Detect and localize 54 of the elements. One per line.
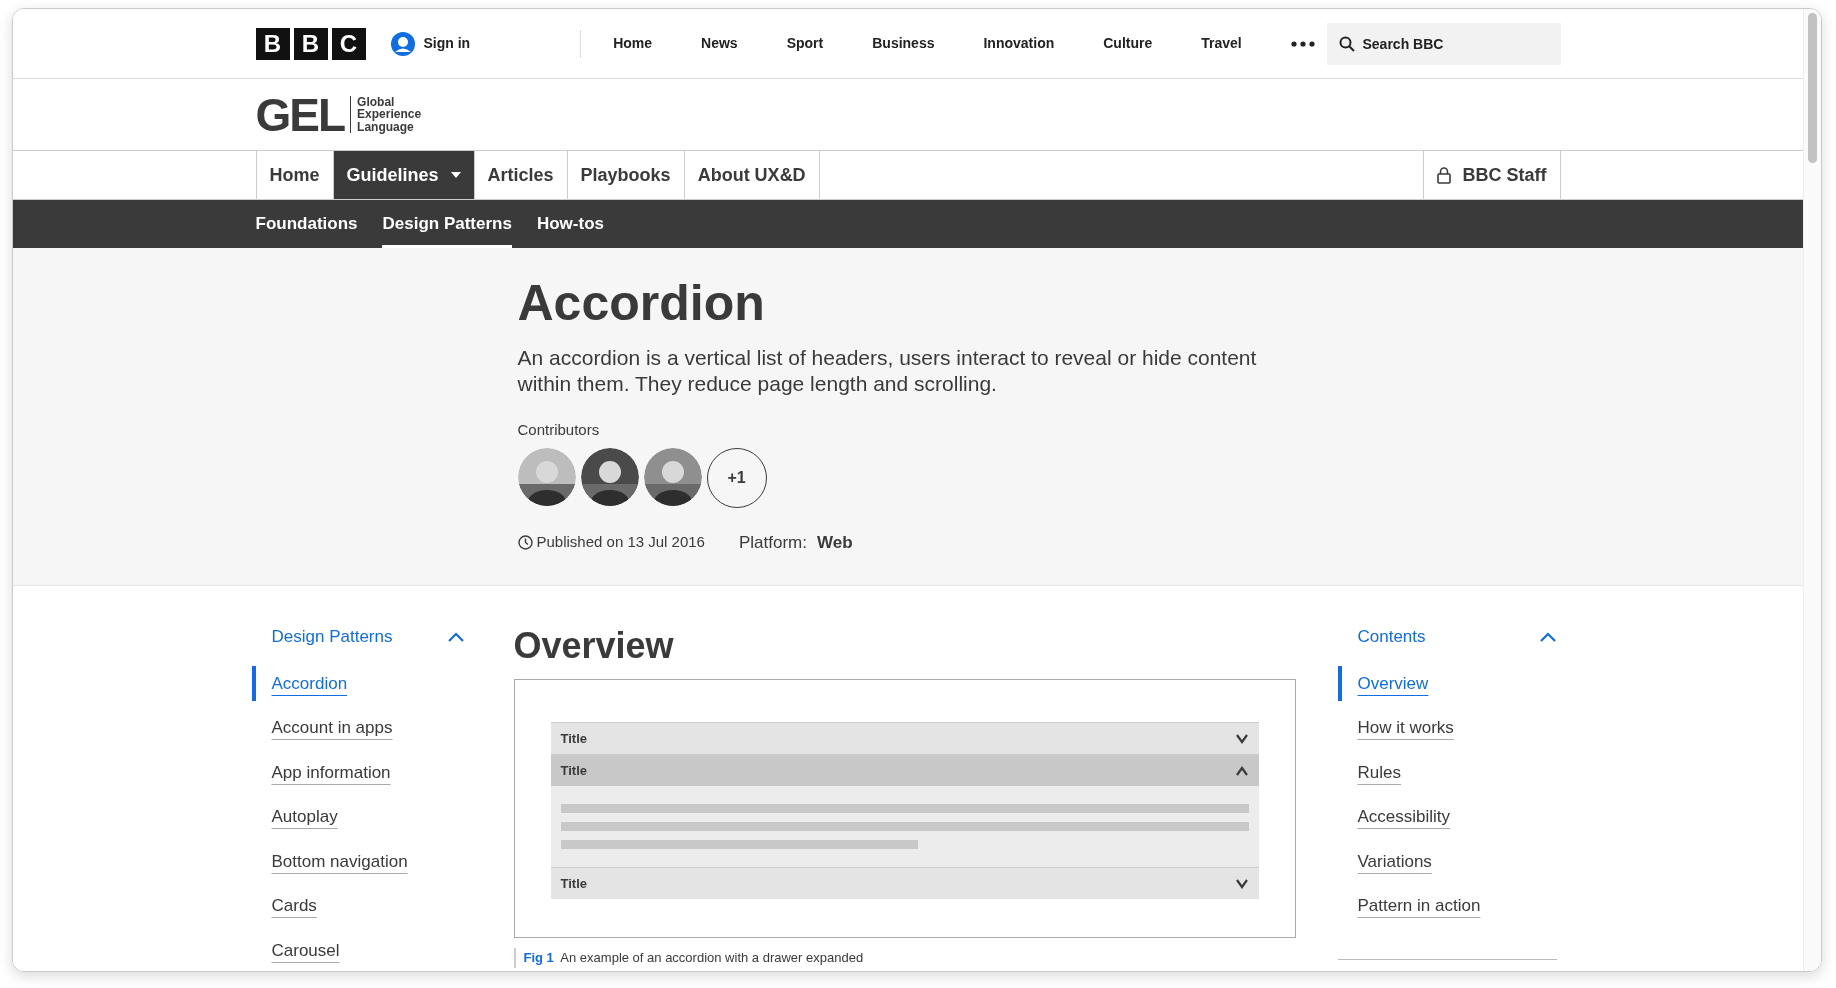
site-tagline: Global Experience Language bbox=[350, 95, 422, 134]
nav-tab[interactable]: Home bbox=[255, 151, 334, 199]
side-nav-link[interactable]: Pattern in action bbox=[1337, 888, 1557, 924]
account-icon bbox=[389, 30, 416, 57]
side-nav-link[interactable]: Variations bbox=[1337, 843, 1557, 879]
publish-date: Published on 13 Jul 2016 bbox=[536, 532, 705, 552]
nav-link[interactable]: Travel bbox=[1201, 33, 1242, 54]
sub-nav-tab[interactable]: How-tos bbox=[536, 200, 604, 248]
chevron-down-icon bbox=[1234, 878, 1249, 889]
platform-value: Web bbox=[817, 531, 853, 554]
chevron-up-icon bbox=[446, 631, 465, 642]
side-nav-link[interactable]: App information bbox=[251, 754, 465, 790]
nav-link[interactable]: Sport bbox=[786, 33, 824, 54]
sub-nav-tab[interactable]: Foundations bbox=[255, 200, 358, 248]
staff-link[interactable]: BBC Staff bbox=[1422, 151, 1561, 199]
nav-link[interactable]: News bbox=[701, 33, 738, 54]
search-icon bbox=[1338, 35, 1355, 52]
side-nav-link[interactable]: Accordion bbox=[251, 665, 465, 701]
page-title: Accordion bbox=[517, 276, 766, 331]
search-field[interactable]: Search BBC bbox=[1326, 22, 1561, 65]
chevron-up-icon bbox=[1234, 765, 1249, 776]
accordion-header: Title bbox=[550, 867, 1259, 900]
side-nav-link[interactable]: Autoplay bbox=[251, 799, 465, 835]
section-heading-toggle[interactable]: Design Patterns bbox=[251, 624, 465, 650]
side-nav-link[interactable]: How it works bbox=[1337, 710, 1557, 746]
scrollbar-thumb[interactable] bbox=[1808, 13, 1817, 163]
side-nav-link[interactable]: Accessibility bbox=[1337, 799, 1557, 835]
sign-in-link[interactable]: Sign in bbox=[389, 30, 471, 57]
side-nav-link[interactable]: Overview bbox=[1337, 665, 1557, 701]
nav-link[interactable]: Business bbox=[872, 33, 935, 54]
side-nav-link[interactable]: Bottom navigation bbox=[251, 843, 465, 879]
nav-link[interactable]: Home bbox=[613, 33, 653, 54]
accordion-header: Title bbox=[550, 754, 1259, 787]
chevron-up-icon bbox=[1538, 631, 1557, 642]
nav-link[interactable]: Culture bbox=[1103, 33, 1153, 54]
side-nav-link[interactable]: Cards bbox=[251, 888, 465, 924]
clock-icon bbox=[517, 534, 533, 550]
figure-caption: Fig 1 An example of an accordion with a drawer expanded bbox=[513, 948, 1296, 968]
side-nav-link[interactable]: Rules bbox=[1337, 754, 1557, 790]
platform-label: Platform: bbox=[738, 531, 807, 554]
side-nav-link[interactable]: Account in apps bbox=[251, 710, 465, 746]
section-heading: Overview bbox=[513, 624, 675, 668]
accordion-header: Title bbox=[550, 722, 1259, 755]
bbc-logo[interactable]: B B C bbox=[255, 27, 366, 60]
section-heading-toggle[interactable]: Contents bbox=[1337, 624, 1557, 650]
nav-link[interactable]: Innovation bbox=[983, 33, 1055, 54]
nav-tab[interactable]: Guidelines bbox=[333, 151, 475, 199]
page-description: An accordion is a vertical list of headers, users interact to reveal or hide content within them. They reduce page length and scrolling. bbox=[517, 345, 1258, 397]
lock-icon bbox=[1436, 166, 1451, 184]
more-icon bbox=[1290, 40, 1315, 47]
chevron-down-icon bbox=[1234, 733, 1249, 744]
side-nav-link[interactable]: Carousel bbox=[251, 932, 465, 968]
site-logo[interactable]: GEL bbox=[255, 91, 345, 138]
contributors-label: Contributors bbox=[517, 420, 601, 440]
